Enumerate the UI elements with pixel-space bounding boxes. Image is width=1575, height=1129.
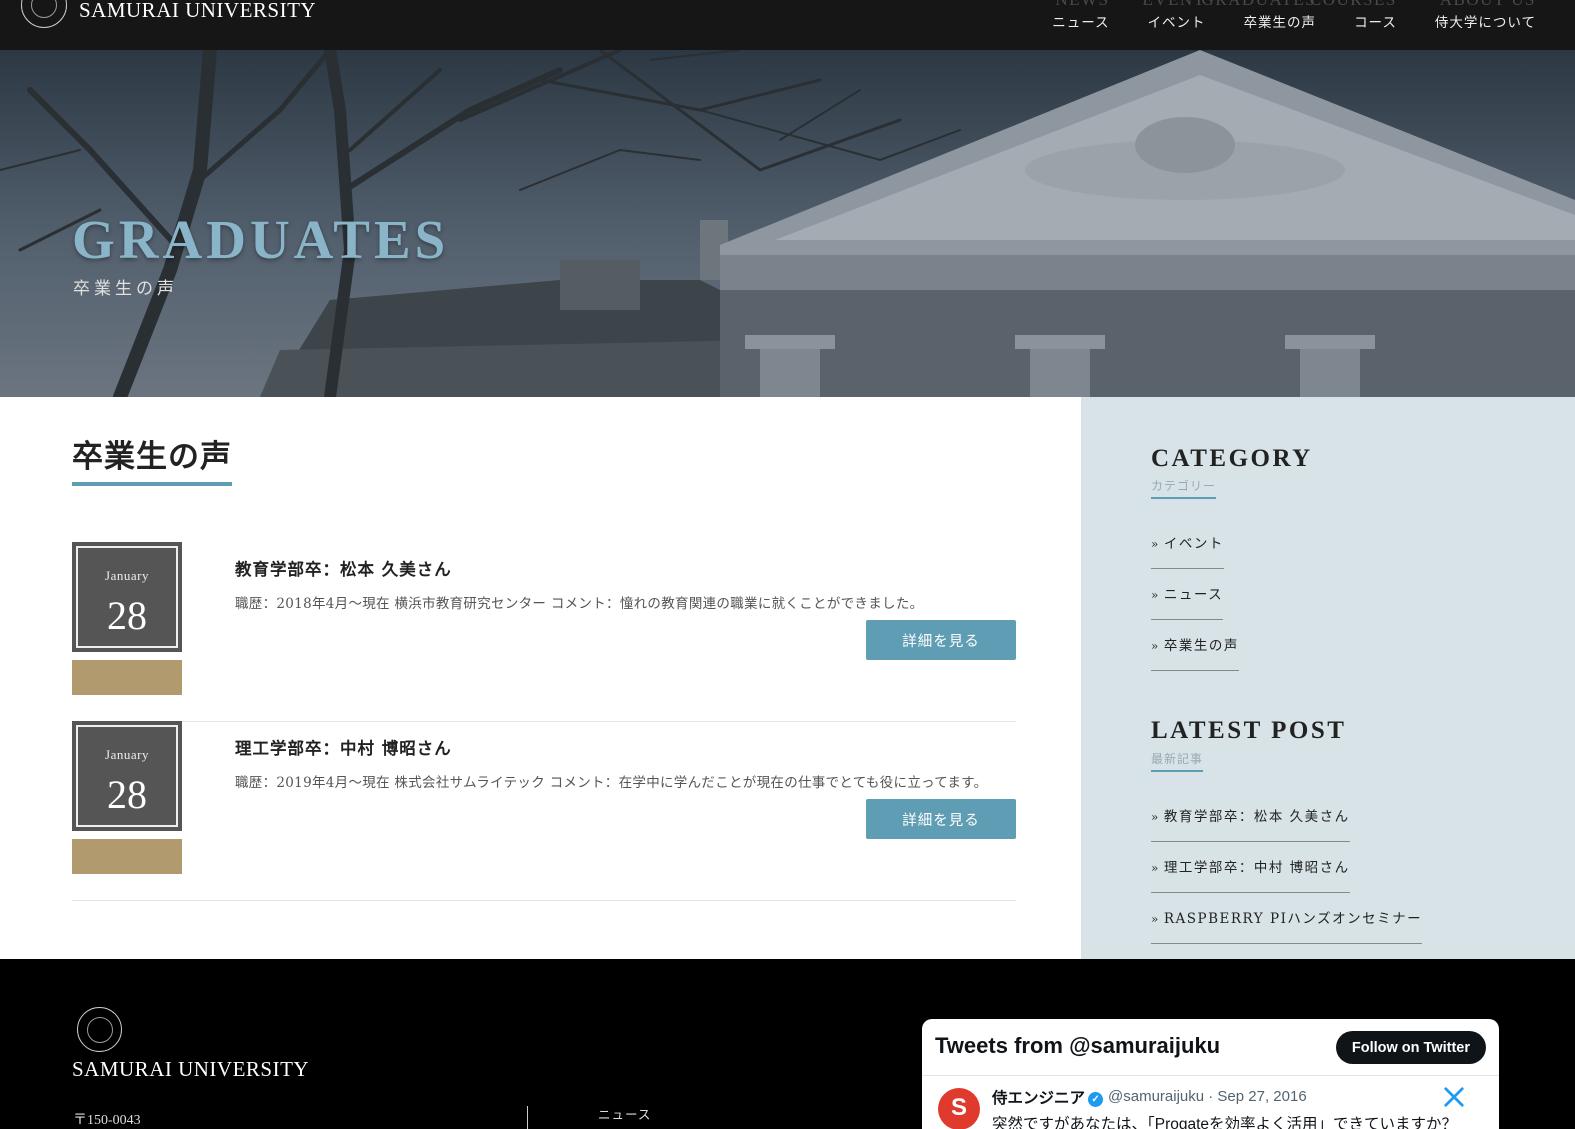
nav-label-ja: 卒業生の声	[1243, 15, 1317, 31]
nav-label-ja: コース	[1354, 15, 1397, 31]
latest-post-subheading: 最新記事	[1151, 750, 1204, 772]
nav-label-en: EVENT	[1142, 0, 1205, 10]
university-emblem-icon	[21, 0, 67, 28]
latest-post-label: 理工学部卒：中村 博昭さん	[1163, 860, 1350, 876]
category-link-label: ニュース	[1163, 587, 1224, 603]
site-logo[interactable]: SAMURAI UNIVERSITY	[21, 0, 316, 28]
post-category-tag[interactable]	[72, 660, 182, 695]
twitter-widget-title: Tweets from @samuraijuku	[935, 1033, 1221, 1058]
follow-on-twitter-button[interactable]: Follow on Twitter	[1335, 1031, 1486, 1064]
category-subheading: カテゴリー	[1151, 477, 1217, 499]
nav-label-en: COURSES	[1310, 0, 1397, 10]
chevron-right-icon: »	[1151, 639, 1160, 653]
category-link-news[interactable]: » ニュース	[1151, 583, 1224, 620]
category-link-label: 卒業生の声	[1163, 638, 1239, 654]
tweet-author-handle[interactable]: @samuraijuku · Sep 27, 2016	[1108, 1088, 1307, 1105]
site-name: SAMURAI UNIVERSITY	[79, 0, 317, 22]
post-date-month: January	[105, 747, 149, 762]
university-emblem-icon	[77, 1007, 122, 1052]
nav-label-ja: ニュース	[1052, 15, 1110, 31]
verified-badge-icon: ✓	[1088, 1092, 1104, 1107]
main-nav: NEWS ニュース EVENT イベント GRADUATES 卒業生の声 COU…	[1033, 0, 1555, 50]
post-date: January 28	[72, 542, 182, 652]
nav-about[interactable]: ABOUT US 侍大学について	[1416, 0, 1555, 50]
hero-subtitle: 卒業生の声	[73, 279, 178, 299]
hero-title: GRADUATES	[72, 209, 450, 270]
post-date-month: January	[105, 568, 149, 583]
read-more-button[interactable]: 詳細を見る	[866, 799, 1016, 839]
post-title[interactable]: 教育学部卒：松本 久美さん	[235, 556, 452, 580]
page-title: 卒業生の声	[72, 431, 232, 486]
post-description: 職歴：2019年4月～現在 株式会社サムライテック コメント：在学中に学んだこと…	[235, 775, 988, 791]
post-title[interactable]: 理工学部卒：中村 博昭さん	[235, 735, 452, 759]
nav-courses[interactable]: COURSES コース	[1310, 0, 1416, 50]
nav-label-en: NEWS	[1055, 0, 1109, 10]
latest-post-label: RASPBERRY PIハンズオンセミナー	[1163, 911, 1423, 927]
tweet-author-name[interactable]: 侍エンジニア ✓	[992, 1086, 1104, 1108]
hero-banner: GRADUATES 卒業生の声	[0, 50, 1575, 397]
category-link-graduates[interactable]: » 卒業生の声	[1151, 634, 1239, 671]
post-card: January 28 理工学部卒：中村 博昭さん 職歴：2019年4月～現在 株…	[72, 721, 1016, 901]
main-content: 卒業生の声 January 28 教育学部卒：松本 久美さん 職歴：2018年4…	[0, 397, 1081, 959]
category-heading: CATEGORY	[1151, 445, 1313, 472]
twitter-widget-header: Tweets from @samuraijuku Follow on Twitt…	[922, 1019, 1499, 1076]
nav-label-ja: イベント	[1147, 15, 1206, 31]
tweet-item[interactable]: 侍エンジニア✓ @samuraijuku · Sep 27, 2016 突然です…	[922, 1076, 1499, 1129]
latest-post-link[interactable]: » RASPBERRY PIハンズオンセミナー	[1151, 907, 1423, 944]
chevron-right-icon: »	[1151, 810, 1160, 824]
post-date-day: 28	[107, 593, 147, 638]
twitter-timeline-widget: Tweets from @samuraijuku Follow on Twitt…	[922, 1019, 1499, 1129]
nav-label-en: ABOUT US	[1440, 0, 1536, 10]
sidebar: CATEGORY カテゴリー » イベント » ニュース » 卒業生の声 LATEST…	[1081, 397, 1575, 959]
nav-label-ja: 侍大学について	[1434, 15, 1536, 31]
chevron-right-icon: »	[1151, 537, 1160, 551]
footer-site-name: SAMURAI UNIVERSITY	[72, 1057, 310, 1081]
post-card: January 28 教育学部卒：松本 久美さん 職歴：2018年4月～現在 横…	[72, 542, 1016, 722]
post-date-day: 28	[107, 772, 147, 817]
latest-post-link[interactable]: » 理工学部卒：中村 博昭さん	[1151, 856, 1350, 893]
avatar[interactable]	[938, 1088, 980, 1129]
chevron-right-icon: »	[1151, 912, 1160, 926]
latest-post-link[interactable]: » 教育学部卒：松本 久美さん	[1151, 805, 1350, 842]
chevron-right-icon: »	[1151, 861, 1160, 875]
x-logo-icon[interactable]	[1443, 1086, 1465, 1108]
read-more-button[interactable]: 詳細を見る	[866, 620, 1016, 660]
post-description: 職歴：2018年4月～現在 横浜市教育研究センター コメント：憧れの教育関連の職…	[235, 596, 924, 612]
category-link-label: イベント	[1163, 536, 1224, 552]
post-category-tag[interactable]	[72, 839, 182, 874]
category-link-event[interactable]: » イベント	[1151, 532, 1224, 569]
tweet-text: 突然ですがあなたは、「Progateを効率よく活用」できていますか？	[992, 1116, 1458, 1129]
latest-post-heading: LATEST POST	[1151, 717, 1347, 744]
chevron-right-icon: »	[1151, 588, 1160, 602]
nav-news[interactable]: NEWS ニュース	[1033, 0, 1128, 50]
footer-divider	[527, 1106, 528, 1129]
footer-link-news[interactable]: ニュース	[598, 1104, 651, 1123]
latest-post-label: 教育学部卒：松本 久美さん	[1163, 809, 1350, 825]
site-header: SAMURAI UNIVERSITY NEWS ニュース EVENT イベント …	[0, 0, 1575, 50]
post-date: January 28	[72, 721, 182, 831]
nav-label-en: GRADUATES	[1202, 0, 1317, 10]
footer-address: 〒150-0043	[73, 1113, 141, 1128]
